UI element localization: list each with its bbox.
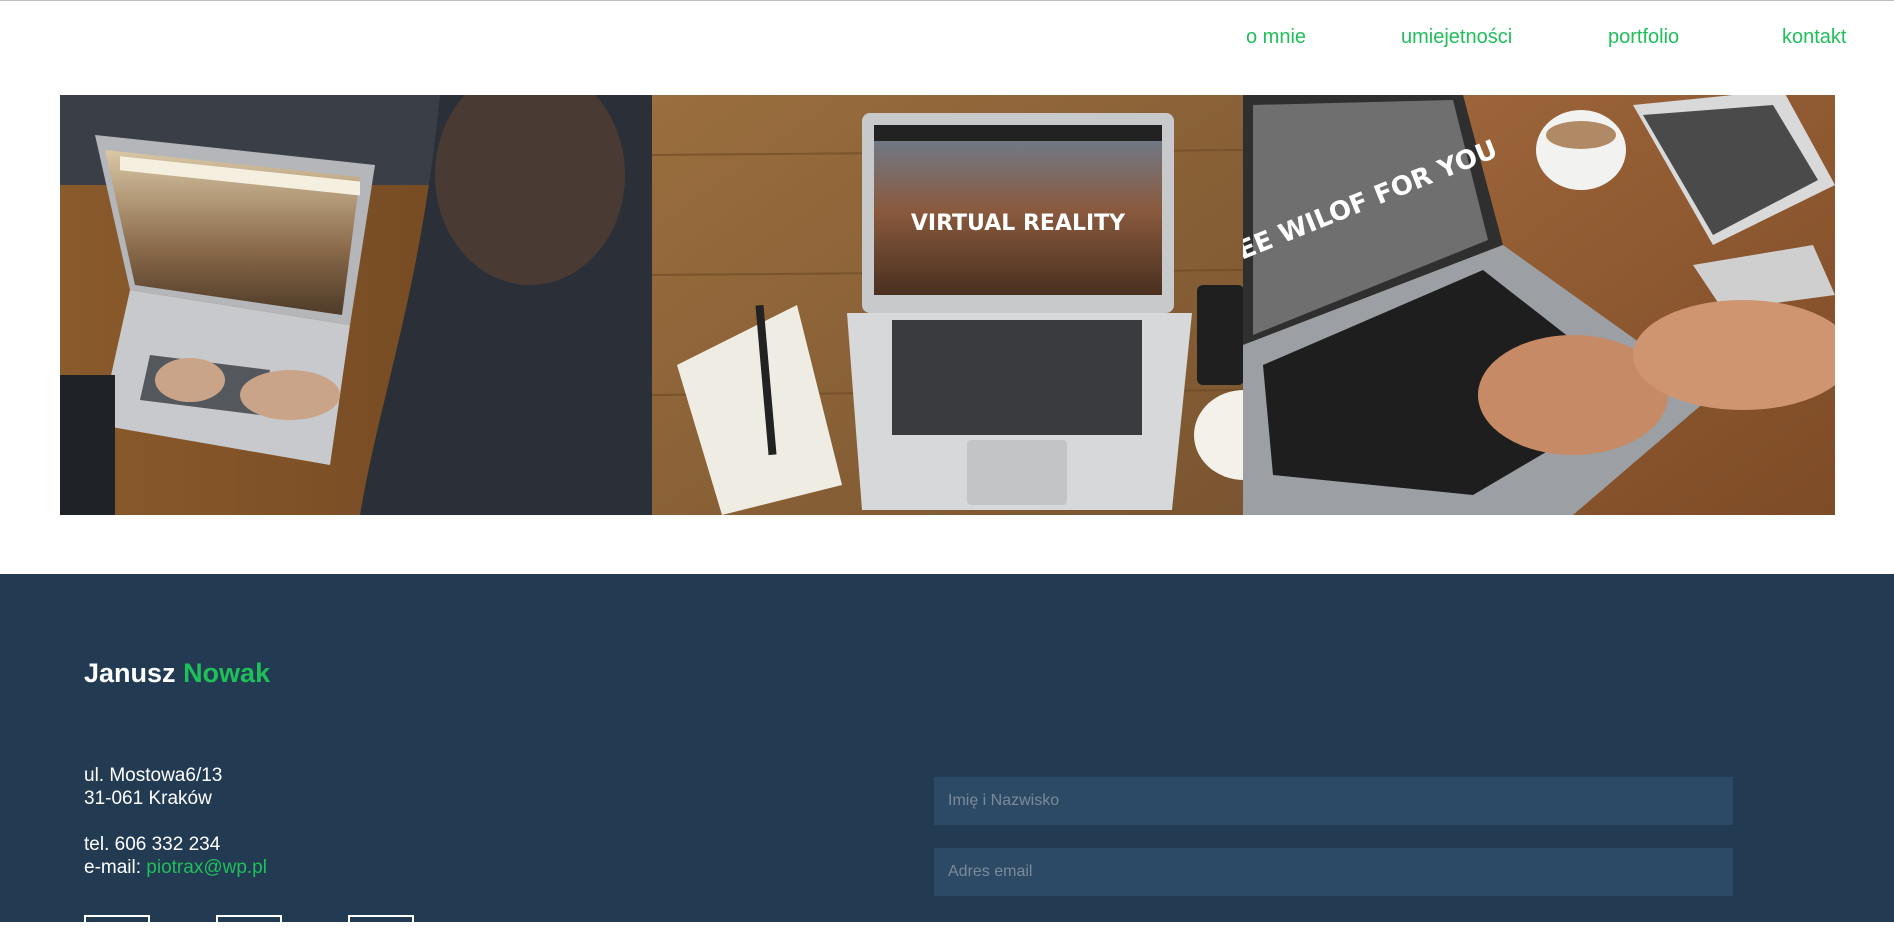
brand-name: Janusz Nowak xyxy=(84,658,270,689)
nav-link-skills[interactable]: umiejetności xyxy=(1401,22,1512,52)
vr-screen-title: VIRTUAL REALITY xyxy=(910,211,1125,236)
social-button-2[interactable] xyxy=(216,915,282,935)
nav-link-portfolio[interactable]: portfolio xyxy=(1608,22,1679,52)
portfolio-photo-virtual-reality[interactable]: VIRTUAL REALITY xyxy=(651,95,1244,515)
portfolio-photo-laptop-person[interactable] xyxy=(60,95,652,515)
brand-first-name: Janusz xyxy=(84,658,176,688)
social-button-3[interactable] xyxy=(348,915,414,935)
email-label: e-mail: xyxy=(84,857,147,878)
email-row: e-mail: piotrax@wp.pl xyxy=(84,856,267,879)
social-button-1[interactable] xyxy=(84,915,150,935)
address-line-1: ul. Mostowa6/13 xyxy=(84,765,223,786)
brand-last-name: Nowak xyxy=(183,658,271,688)
nav-link-about[interactable]: o mnie xyxy=(1246,22,1306,52)
address-line-2: 31-061 Kraków xyxy=(84,788,212,809)
main-nav: o mnie umiejetności portfolio kontakt xyxy=(0,22,1894,52)
phone-number: tel. 606 332 234 xyxy=(84,834,221,855)
portfolio-gallery: VIRTUAL REALITY FREE WILOF FOR YOU xyxy=(60,95,1835,515)
portfolio-photo-free-wilof[interactable]: FREE WILOF FOR YOU xyxy=(1243,95,1835,515)
top-border xyxy=(0,0,1894,1)
contact-footer: Janusz Nowak ul. Mostowa6/13 31-061 Krak… xyxy=(0,574,1894,935)
email-field[interactable] xyxy=(934,848,1733,896)
email-link[interactable]: piotrax@wp.pl xyxy=(146,857,267,878)
contact-details: ul. Mostowa6/13 31-061 Kraków tel. 606 3… xyxy=(84,764,267,879)
name-field[interactable] xyxy=(934,777,1733,825)
nav-link-contact[interactable]: kontakt xyxy=(1782,22,1846,52)
